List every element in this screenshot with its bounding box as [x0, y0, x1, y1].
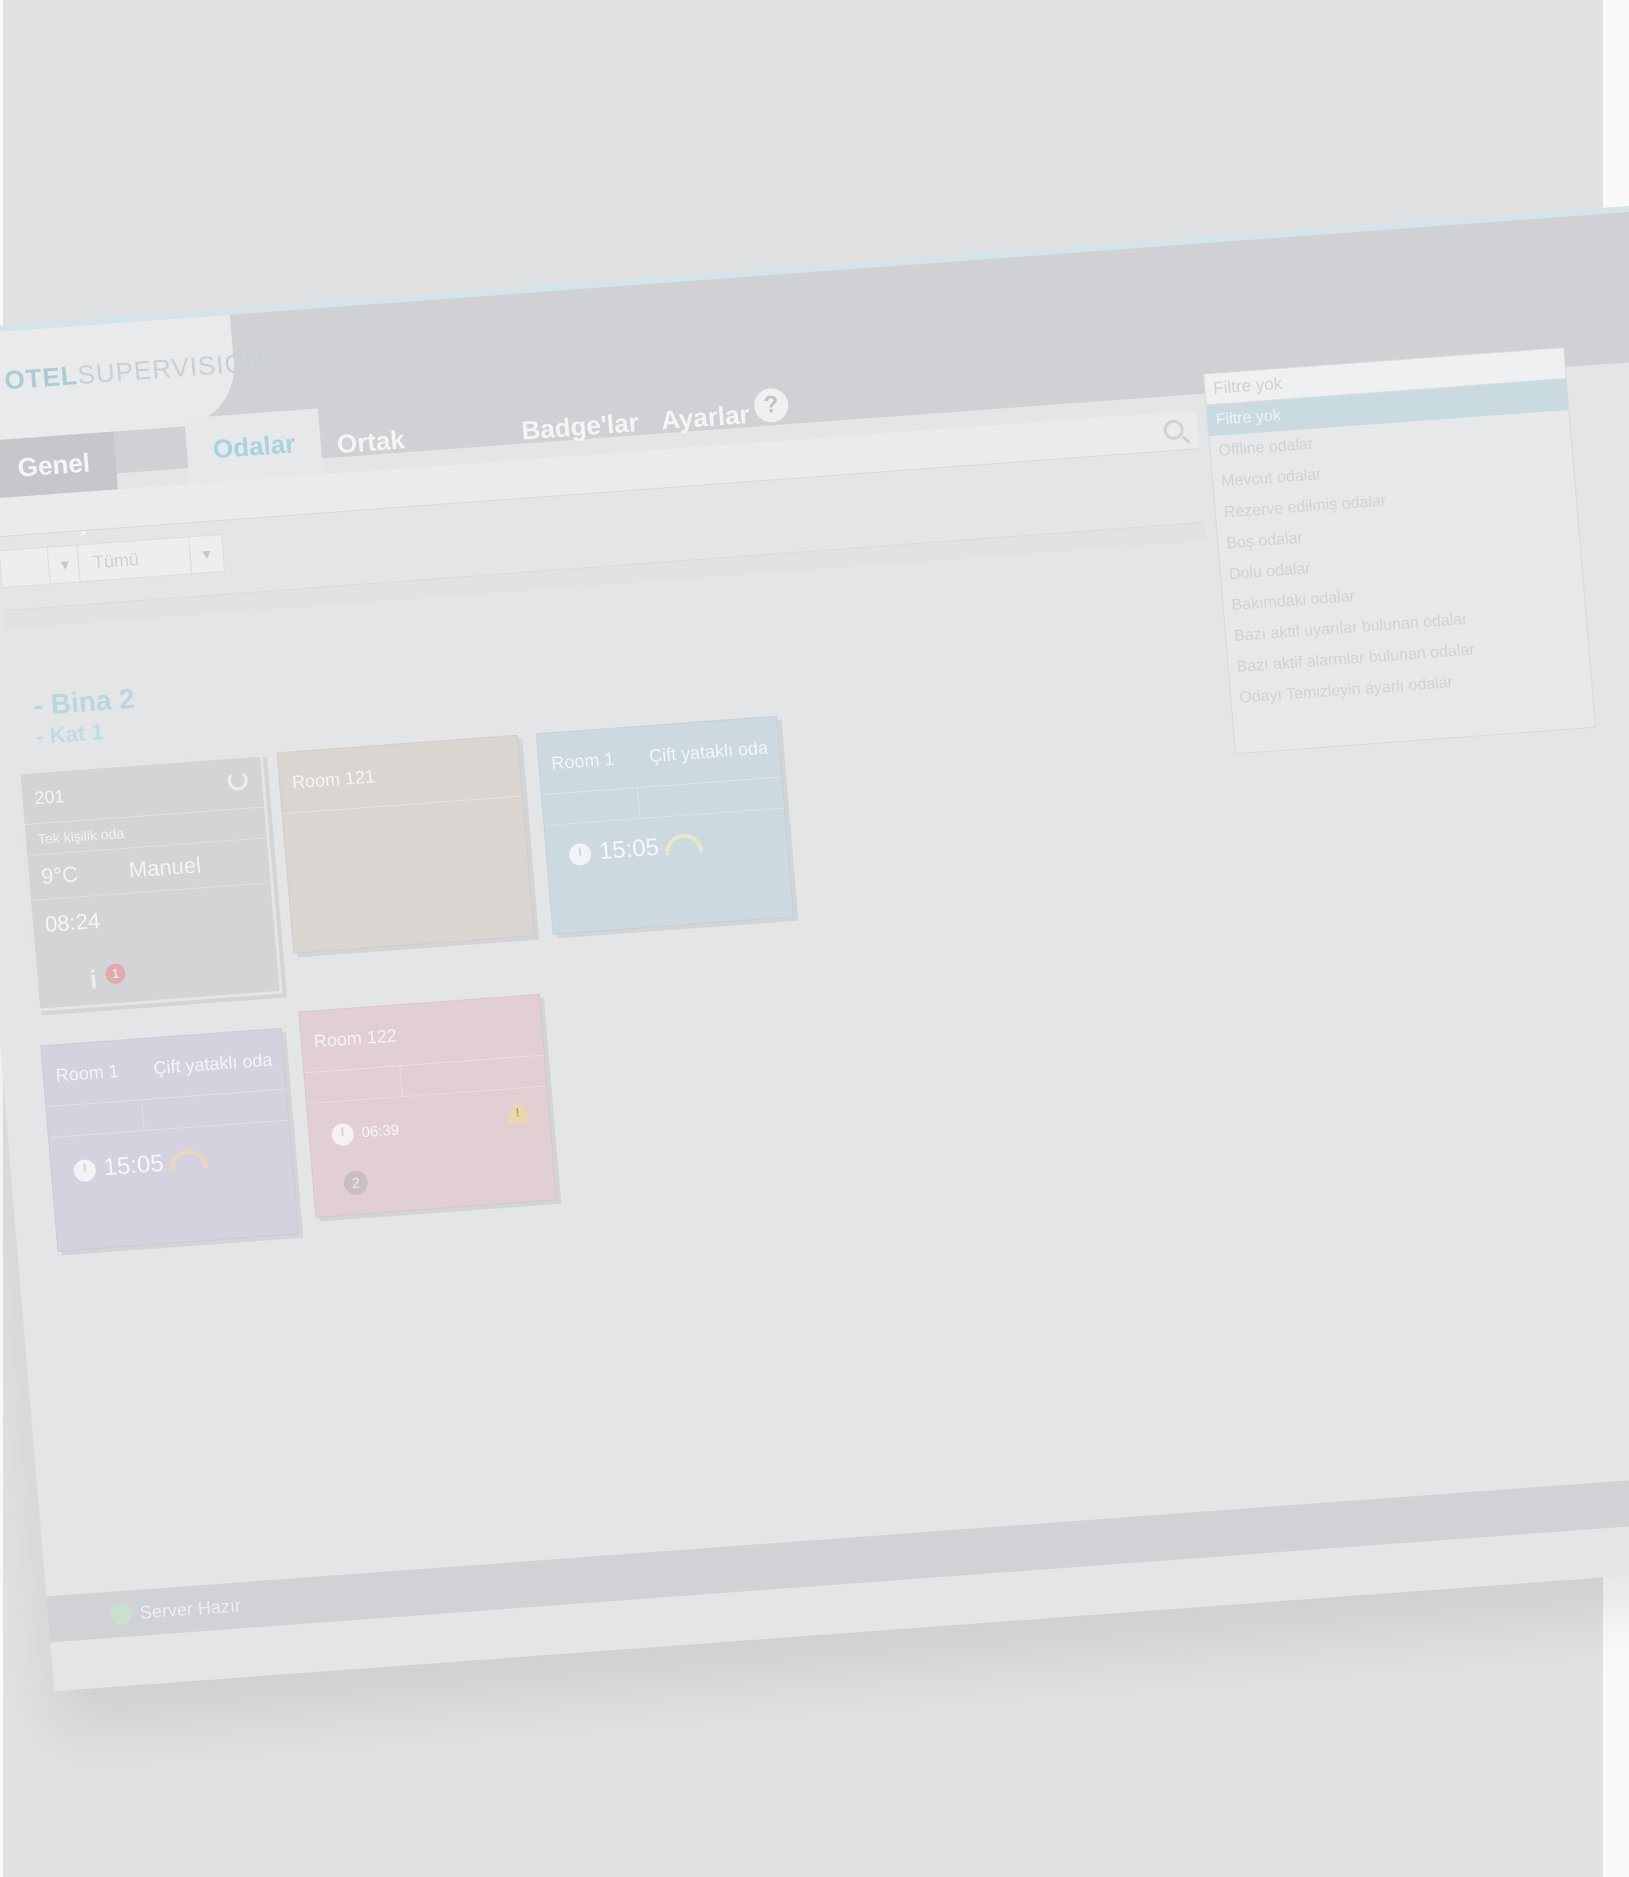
clock-icon: [330, 1122, 355, 1147]
room-type: Çift yataklı oda: [152, 1049, 274, 1079]
tab-genel-bakis[interactable]: Genel bakış: [0, 431, 119, 540]
room-card-1-purple[interactable]: Room 1 Çift yataklı oda 15:05: [40, 1027, 299, 1252]
row-divider: [399, 1066, 403, 1097]
tab-ayarlar[interactable]: Ayarlar: [633, 383, 778, 451]
room-type: Tek kişilik oda: [37, 824, 125, 848]
building-select[interactable]: ▼: [0, 544, 84, 589]
room-name: Room 121: [291, 766, 376, 793]
room-temperature: 9°C: [40, 861, 79, 889]
room-name: 201: [33, 786, 66, 809]
server-status-text: Server Hazır: [139, 1595, 242, 1623]
app-frame: OTELSUPERVISION Genel bakış Odalar Ortak…: [0, 204, 1629, 1692]
logo-part-1: OTEL: [3, 360, 79, 396]
tab-odalar[interactable]: Odalar: [184, 408, 324, 485]
search-icon[interactable]: [1162, 419, 1185, 441]
gauge-icon: [663, 832, 704, 856]
room-time: 15:05: [597, 833, 660, 866]
floor-title: - Kat 1: [35, 719, 105, 749]
room-card-121[interactable]: Room 121: [276, 734, 535, 954]
room-time: 08:24: [44, 907, 102, 937]
chevron-down-icon[interactable]: ▼: [188, 534, 225, 574]
alarm-count-badge: 2: [342, 1169, 369, 1196]
filter-dropdown[interactable]: Filtre yok Filtre yok Offline odalar Mev…: [1203, 347, 1597, 755]
row-divider: [636, 788, 641, 819]
alert-count-badge: 1: [104, 963, 127, 985]
room-card-122[interactable]: Room 122 ! 06:39 2: [298, 993, 557, 1218]
room-card-1-blue[interactable]: Room 1 Çift yataklı oda 15:05: [535, 715, 795, 935]
room-time: 15:05: [102, 1149, 165, 1182]
status-bar: Server Hazır: [46, 1470, 1629, 1643]
room-card-201[interactable]: 201 Tek kişilik oda 9°C Manuel 08:24 i 1: [17, 753, 283, 1012]
refresh-icon[interactable]: [226, 769, 249, 792]
server-status-indicator: [109, 1602, 133, 1626]
tab-ortak-alanlar[interactable]: Ortak alanlar: [309, 407, 449, 517]
floor-select[interactable]: Tümü ▼: [76, 533, 226, 583]
room-time: 06:39: [360, 1121, 400, 1142]
gauge-icon: [168, 1148, 209, 1172]
row-divider: [141, 1100, 145, 1131]
room-name: Room 1: [550, 748, 616, 774]
room-type: Çift yataklı oda: [648, 737, 769, 767]
building-title: - Bina 2: [32, 682, 136, 722]
clock-icon: [72, 1158, 97, 1183]
room-mode: Manuel: [127, 852, 202, 883]
clock-icon: [568, 842, 593, 867]
app-logo: OTELSUPERVISION: [3, 346, 266, 396]
room-card-header: Room 121: [277, 735, 523, 815]
room-name: Room 1: [54, 1060, 120, 1086]
tilted-app-window: OTELSUPERVISION Genel bakış Odalar Ortak…: [0, 204, 1629, 1715]
filter-row: ▼ Tümü ▼: [0, 533, 226, 598]
floor-select-value: Tümü: [92, 549, 140, 573]
room-name: Room 122: [313, 1025, 398, 1052]
